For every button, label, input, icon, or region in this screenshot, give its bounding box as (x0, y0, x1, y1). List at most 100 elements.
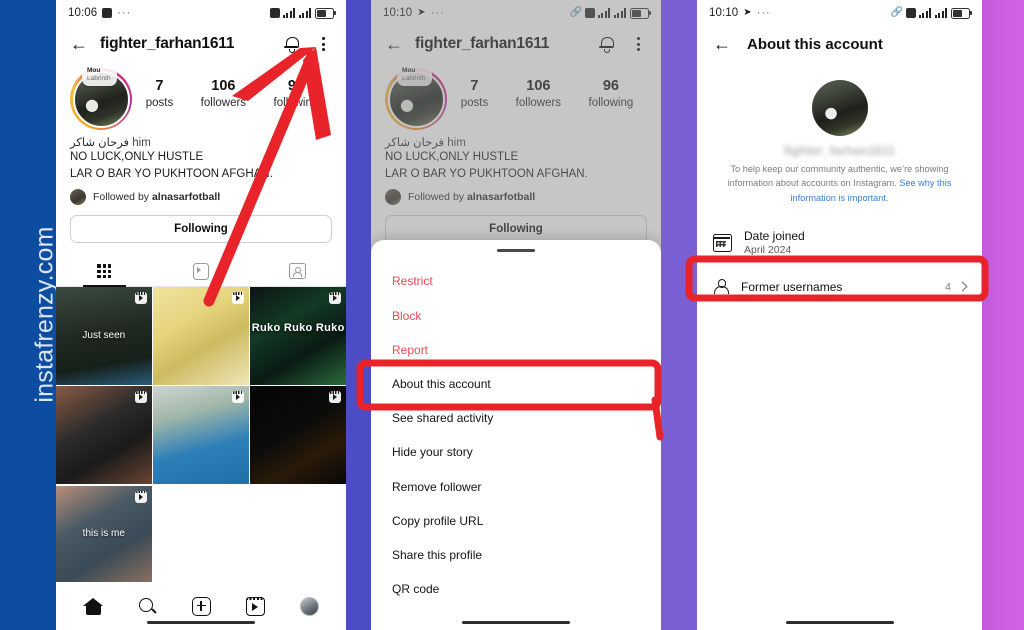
menu-item-qr-code[interactable]: QR code (371, 572, 661, 606)
music-title: Mou (87, 67, 101, 74)
profile-avatar[interactable]: Mou Labrinth (385, 65, 447, 130)
followed-by-row[interactable]: Followed by alnasarfotball (56, 182, 346, 206)
reel-badge-icon (231, 391, 244, 404)
following-label: following (273, 96, 319, 109)
reel-badge-icon (134, 292, 147, 305)
menu-item-block[interactable]: Block (371, 299, 661, 333)
back-button[interactable]: ← (68, 33, 90, 55)
tagged-icon (289, 263, 307, 280)
app-status-icon (270, 8, 280, 18)
battery-icon (315, 7, 336, 19)
menu-item-report[interactable]: Report (371, 333, 661, 367)
status-more-icon: ··· (756, 7, 771, 19)
stat-followers[interactable]: 106 followers (516, 78, 561, 109)
signal-bars-icon-2 (299, 8, 312, 18)
stat-following[interactable]: 96 following (589, 78, 634, 109)
former-usernames-label: Former usernames (741, 279, 843, 294)
menu-item-copy-profile-url[interactable]: Copy profile URL (371, 504, 661, 538)
status-time: 10:10 (709, 7, 739, 19)
back-button[interactable]: ← (383, 33, 405, 55)
add-post-icon[interactable] (192, 597, 212, 616)
pronoun: him (447, 137, 466, 149)
following-count: 96 (602, 78, 619, 94)
menu-item-see-shared-activity[interactable]: See shared activity (371, 401, 661, 435)
phone-screen-menu-sheet: 10:10 ➤ ··· 🔗 ← fighter_farhan1611 Mou L… (371, 0, 661, 630)
post-thumbnail[interactable] (153, 386, 249, 484)
stat-followers[interactable]: 106 followers (201, 78, 246, 109)
account-avatar (811, 80, 868, 136)
app-header: ← fighter_farhan1611 (56, 26, 346, 62)
stat-posts[interactable]: 7 posts (146, 78, 174, 109)
reels-icon[interactable] (246, 596, 266, 616)
menu-item-about-this-account[interactable]: About this account (371, 367, 661, 401)
app-status-icon (906, 8, 916, 18)
profile-summary: Mou Labrinth 7 posts 106 followers 96 fo… (56, 62, 346, 130)
stat-following[interactable]: 96 following (274, 78, 319, 109)
reel-badge-icon (231, 292, 244, 305)
date-joined-label: Date joined (744, 229, 805, 244)
post-caption: Ruko Ruko Ruko (251, 322, 345, 335)
home-icon[interactable] (83, 596, 104, 616)
post-thumbnail[interactable]: this is me (56, 485, 152, 584)
tab-reels[interactable] (153, 256, 250, 286)
page-title: fighter_farhan1611 (100, 35, 235, 52)
former-usernames-trailing: 4 (945, 281, 968, 293)
post-thumbnail[interactable] (56, 386, 152, 484)
bell-icon (599, 37, 614, 53)
music-artist: Labrinth (402, 75, 426, 83)
followed-by-row[interactable]: Followed by alnasarfotball (371, 182, 661, 206)
status-time: 10:10 (383, 7, 413, 19)
back-button[interactable]: ← (711, 33, 733, 55)
menu-item-hide-your-story[interactable]: Hide your story (371, 435, 661, 469)
kebab-menu-button[interactable] (627, 33, 649, 55)
account-username-blurred: fighter_farhan1611 (783, 144, 896, 158)
tab-grid[interactable] (56, 256, 153, 288)
following-label: following (588, 96, 634, 109)
menu-item-remove-follower[interactable]: Remove follower (371, 470, 661, 504)
post-caption: Just seen (82, 330, 126, 342)
mutual-avatar (70, 189, 86, 206)
pronoun: him (132, 137, 151, 149)
profile-bio: فرحان شاکر him NO LUCK,ONLY HUSTLE LAR O… (56, 130, 346, 182)
post-thumbnail[interactable]: Ruko Ruko Ruko (250, 287, 346, 385)
row-former-usernames[interactable]: Former usernames 4 (697, 265, 982, 309)
profile-avatar-nav[interactable] (299, 596, 319, 616)
posts-label: posts (460, 96, 489, 109)
page-title: About this account (747, 35, 883, 53)
kebab-menu-icon (321, 37, 325, 51)
grid-empty-cell (250, 485, 346, 584)
reel-badge-icon (134, 490, 147, 503)
disclaimer-period: . (885, 192, 889, 203)
video-status-icon (102, 8, 113, 18)
profile-avatar[interactable]: Mou Labrinth (70, 65, 132, 130)
posts-label: posts (145, 96, 174, 109)
send-icon: ➤ (417, 7, 426, 18)
mutual-avatar (385, 189, 401, 206)
link-status-icon: 🔗 (890, 7, 903, 18)
post-thumbnail[interactable]: Just seen (56, 287, 152, 385)
menu-item-share-this-profile[interactable]: Share this profile (371, 538, 661, 572)
signal-bars-icon-2 (935, 8, 948, 18)
phone-screen-profile: 10:06 ··· ← fighter_farhan1611 Mou Labri… (56, 0, 346, 630)
menu-item-restrict[interactable]: Restrict (371, 264, 661, 298)
notifications-button[interactable] (280, 33, 302, 55)
gesture-bar (462, 620, 570, 624)
followed-by-text: Followed by alnasarfotball (408, 191, 535, 203)
following-button[interactable]: Following (70, 215, 332, 244)
display-name: فرحان شاکر (70, 137, 130, 149)
search-icon[interactable] (138, 596, 158, 616)
post-thumbnail[interactable] (153, 287, 249, 385)
status-more-icon: ··· (430, 7, 445, 19)
stat-posts[interactable]: 7 posts (461, 78, 489, 109)
calendar-icon (712, 233, 732, 252)
display-name-row: فرحان شاکر him (385, 135, 647, 149)
music-title: Mou (402, 67, 416, 74)
stats-row: 7 posts 106 followers 96 following (447, 68, 647, 109)
tab-tagged[interactable] (249, 256, 346, 286)
app-header: ← About this account (697, 26, 982, 62)
notifications-button[interactable] (595, 33, 617, 55)
post-thumbnail[interactable] (250, 386, 346, 484)
kebab-menu-button[interactable] (312, 33, 334, 55)
followers-label: followers (200, 96, 247, 109)
status-time: 10:06 (68, 7, 98, 19)
